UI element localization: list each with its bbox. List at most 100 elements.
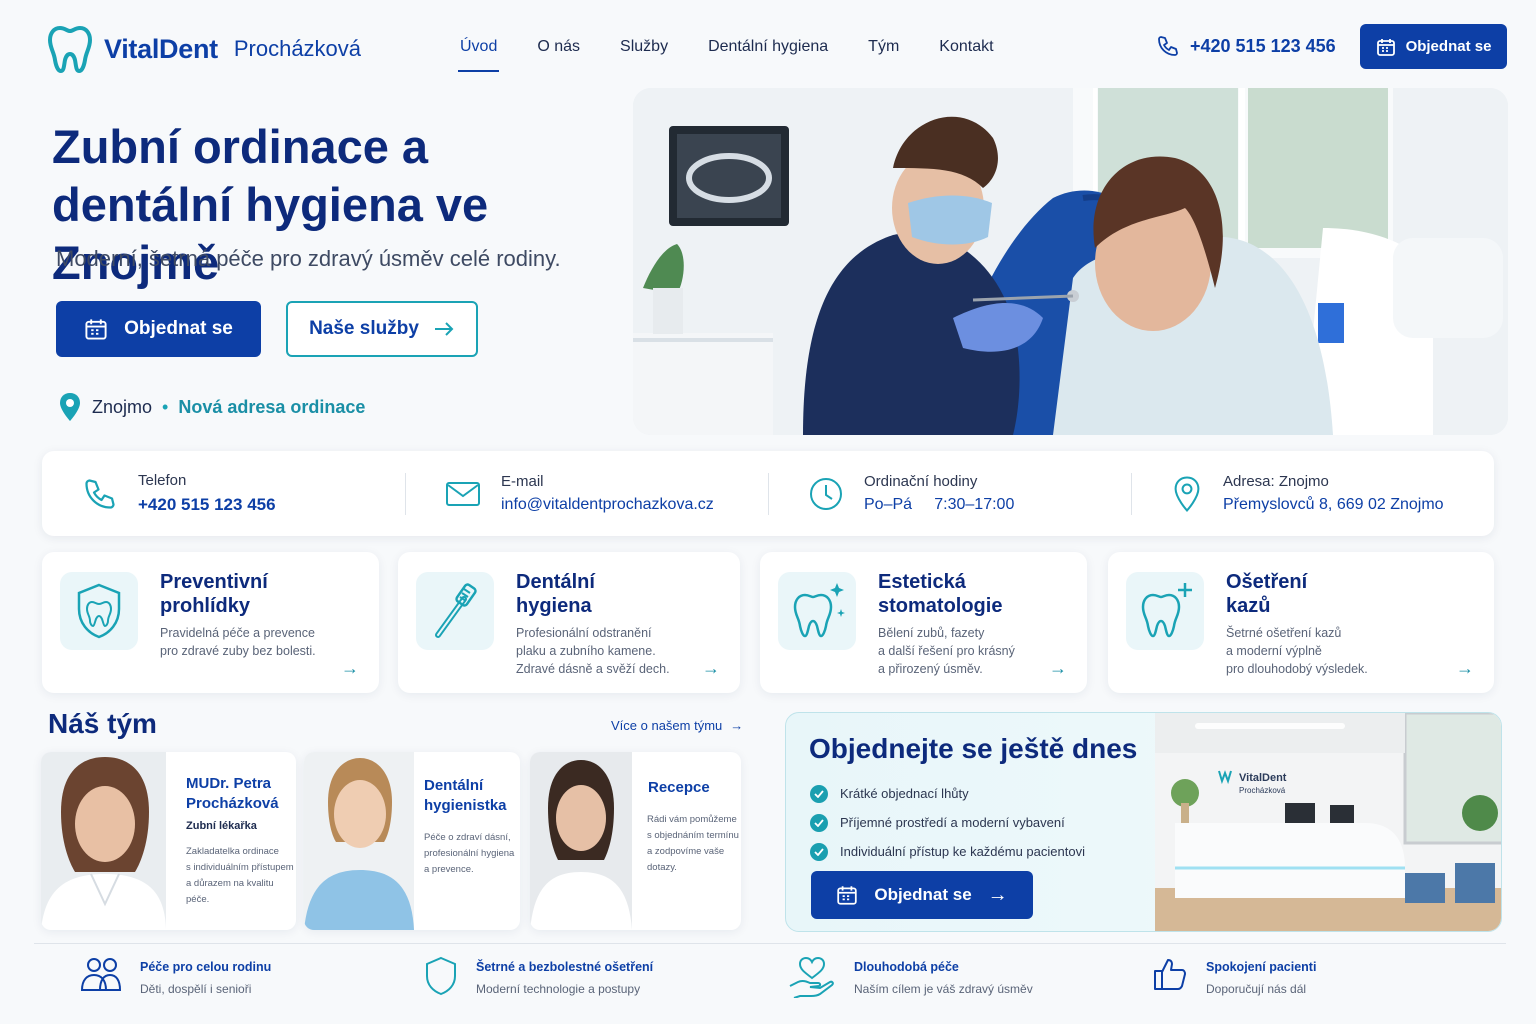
family-icon — [80, 958, 122, 991]
feature-title: Spokojení pacienti — [1206, 960, 1317, 974]
service-title: Dentální hygiena — [516, 570, 666, 618]
phone-icon — [1158, 36, 1178, 56]
service-desc-line2: a moderní výplně — [1226, 644, 1322, 658]
arrow-right-icon[interactable]: → — [1049, 658, 1067, 679]
feature-longterm: Dlouhodobá péče Naším cílem je váš zdravý… — [788, 956, 1033, 998]
reception-illustration: VitalDent Procházková — [1155, 713, 1501, 931]
service-title: Preventivní prohlídky — [160, 570, 310, 618]
hero-booking-button[interactable]: Objednat se — [56, 301, 261, 357]
team-card-reception[interactable]: Recepce Rádi vám pomůžeme s objednáním te… — [530, 752, 741, 930]
team-desc-line3: a zodpovíme vaše — [647, 846, 725, 857]
team-name-line1: MUDr. Petra — [186, 775, 272, 792]
arrow-right-icon: → — [730, 718, 744, 733]
team-desc-line4: dotazy. — [647, 862, 677, 873]
team-card-hygienist[interactable]: Dentální hygienistka Péče o zdraví dásní,… — [304, 752, 520, 930]
contact-address-label: Adresa: Znojmo — [1223, 473, 1329, 490]
service-title-line2: hygiena — [516, 595, 592, 617]
arrow-right-icon[interactable]: → — [702, 658, 720, 679]
service-card-caries[interactable]: Ošetření kazů Šetrné ošetření kazů a moder… — [1108, 552, 1494, 693]
cta-benefit: Individuální přístup ke každému paciento… — [810, 837, 1085, 866]
service-desc: Pravidelná péče a prevence pro zdravé zub… — [160, 624, 350, 660]
team-more-link[interactable]: Více o našem týmu → — [611, 718, 743, 733]
nav-kontakt[interactable]: Kontakt — [919, 30, 1013, 72]
service-desc-line1: Šetrné ošetření kazů — [1226, 626, 1342, 640]
cta-booking-button[interactable]: Objednat se → — [811, 871, 1033, 919]
service-title-line2: prohlídky — [160, 595, 251, 617]
nav-o-nas[interactable]: O nás — [517, 30, 600, 72]
service-card-hygiene[interactable]: Dentální hygiena Profesionální odstranění… — [398, 552, 740, 693]
check-icon — [810, 784, 828, 803]
contact-phone-label: Telefon — [138, 472, 187, 489]
location-pin-icon — [1174, 476, 1200, 512]
hero-services-label: Naše služby — [309, 318, 419, 339]
feature-desc: Moderní technologie a postupy — [476, 982, 641, 996]
team-name-line1: Dentální — [424, 777, 484, 794]
service-title-line2: kazů — [1226, 595, 1271, 617]
location-note[interactable]: Nová adresa ordinace — [178, 397, 365, 418]
phone-icon — [85, 478, 115, 509]
feature-title: Dlouhodobá péče — [854, 960, 959, 974]
header-phone[interactable]: +420 515 123 456 — [1156, 34, 1336, 58]
brand-name: VitalDent — [104, 33, 218, 64]
nav-sluzby[interactable]: Služby — [600, 30, 688, 72]
tooth-logo-icon — [47, 25, 93, 74]
service-card-prevention[interactable]: Preventivní prohlídky Pravidelná péče a p… — [42, 552, 379, 693]
service-title-line1: Dentální — [516, 571, 595, 593]
hero-services-button[interactable]: Naše služby — [286, 301, 478, 357]
hero-title-line1: Zubní ordinace a — [52, 120, 429, 173]
contact-address-value: Přemyslovců 8, 669 02 Znojmo — [1223, 496, 1444, 513]
nav-dentalni-hygiena[interactable]: Dentální hygiena — [688, 30, 848, 72]
calendar-icon — [837, 886, 858, 905]
feature-gentle: Šetrné a bezbolestné ošetření Moderní tec… — [424, 956, 653, 996]
service-title-line1: Ošetření — [1226, 571, 1308, 593]
feature-title: Šetrné a bezbolestné ošetření — [476, 960, 654, 974]
team-desc-line2: s objednáním termínu — [647, 830, 739, 841]
service-desc-line2: a další řešení pro krásný — [878, 644, 1015, 658]
arrow-right-icon: → — [987, 883, 1008, 906]
service-icon-wrap — [1126, 572, 1204, 650]
nav-tym[interactable]: Tým — [848, 30, 919, 72]
feature-title: Péče pro celou rodinu — [140, 960, 272, 974]
team-desc-line2: s individuálním přístupem — [186, 862, 294, 873]
booking-cta-panel: Objednejte se ještě dnes Krátké objednac… — [785, 712, 1502, 932]
nav-uvod[interactable]: Úvod — [440, 30, 517, 72]
reception-photo — [530, 752, 632, 930]
service-title: Ošetření kazů — [1226, 570, 1376, 618]
team-desc-line1: Rádi vám pomůžeme — [647, 814, 737, 825]
tooth-plus-icon — [1141, 583, 1192, 638]
service-desc-line1: Profesionální odstranění — [516, 626, 652, 640]
arrow-right-icon[interactable]: → — [1456, 658, 1474, 679]
hero-image — [633, 88, 1508, 435]
feature-family: Péče pro celou rodinu Děti, dospělí i sen… — [80, 956, 271, 996]
feature-desc: Děti, dospělí i senioři — [140, 982, 252, 996]
team-desc: Rádi vám pomůžeme s objednáním termínu a z… — [647, 812, 739, 876]
team-desc-line3: a důrazem na kvalitu péče. — [186, 878, 274, 905]
cta-benefit: Krátké objednací lhůty — [810, 779, 1085, 808]
service-title-line1: Estetická — [878, 571, 966, 593]
contact-email-label: E-mail — [501, 473, 544, 490]
team-desc: Zakladatelka ordinace s individuálním pří… — [186, 844, 296, 908]
check-icon — [810, 813, 828, 832]
contact-phone[interactable]: Telefon +420 515 123 456 — [42, 451, 405, 536]
header-booking-button[interactable]: Objednat se — [1360, 24, 1507, 69]
cta-benefits-list: Krátké objednací lhůty Příjemné prostřed… — [810, 779, 1085, 866]
team-card-doctor[interactable]: MUDr. Petra Procházková Zubní lékařka Zak… — [41, 752, 296, 930]
contact-phone-value: +420 515 123 456 — [138, 495, 276, 514]
contact-email[interactable]: E-mail info@vitaldentprochazkova.cz — [405, 451, 768, 536]
arrow-right-icon[interactable]: → — [341, 658, 359, 679]
cta-title: Objednejte se ještě dnes — [809, 733, 1138, 764]
contact-hours: Ordinační hodiny Po–Pá 7:30–17:00 — [768, 451, 1131, 536]
team-name-line2: hygienistka — [424, 797, 507, 814]
calendar-icon — [85, 319, 107, 340]
service-title-line2: stomatologie — [878, 595, 1003, 617]
clock-icon — [810, 477, 842, 510]
hero-location: Znojmo • Nová adresa ordinace — [58, 392, 365, 422]
service-card-aesthetic[interactable]: Estetická stomatologie Bělení zubů, fazet… — [760, 552, 1087, 693]
contact-address[interactable]: Adresa: Znojmo Přemyslovců 8, 669 02 Zno… — [1131, 451, 1494, 536]
team-desc-line1: Zakladatelka ordinace — [186, 846, 279, 857]
service-desc-line1: Pravidelná péče a prevence — [160, 626, 315, 640]
service-desc-line2: plaku a zubního kamene. — [516, 644, 656, 658]
hygienist-photo — [304, 752, 414, 930]
feature-satisfied: Spokojení pacienti Doporučují nás dál — [1152, 956, 1316, 996]
logo[interactable]: VitalDent Procházková — [46, 24, 361, 74]
